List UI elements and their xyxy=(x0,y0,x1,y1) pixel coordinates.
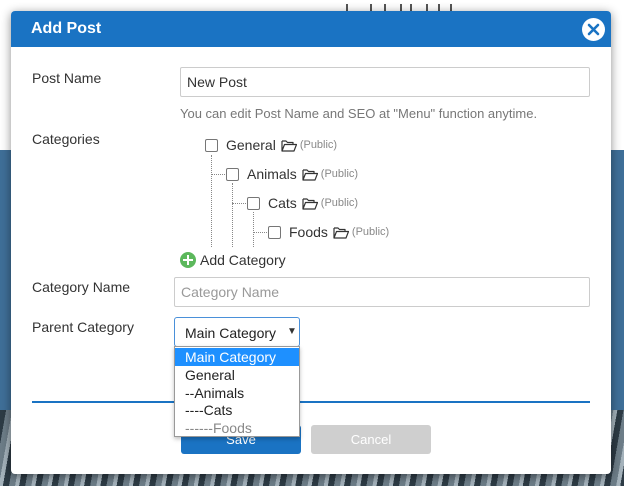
add-category-link[interactable]: Add Category xyxy=(180,252,286,268)
parent-category-label: Parent Category xyxy=(32,319,134,335)
category-label: Animals xyxy=(247,166,297,182)
tree-connector xyxy=(253,212,254,247)
category-label: Cats xyxy=(268,195,297,211)
category-checkbox-animals[interactable] xyxy=(226,167,239,181)
category-name-label: Category Name xyxy=(32,279,131,295)
visibility-tag: (Public) xyxy=(320,168,359,180)
visibility-tag: (Public) xyxy=(299,139,338,151)
category-checkbox-general[interactable] xyxy=(205,138,218,152)
tree-connector xyxy=(211,174,225,175)
close-button[interactable] xyxy=(582,18,605,41)
dropdown-option[interactable]: ----Cats xyxy=(175,401,299,419)
dropdown-option[interactable]: General xyxy=(175,366,299,384)
dropdown-option[interactable]: Main Category xyxy=(175,348,299,366)
parent-category-select[interactable]: Main Category ▼ xyxy=(174,317,300,347)
post-name-label: Post Name xyxy=(32,70,102,86)
folder-open-icon xyxy=(302,197,318,210)
tree-connector xyxy=(211,155,212,247)
folder-open-icon xyxy=(333,226,349,239)
category-label: Foods xyxy=(289,224,328,240)
tree-connector xyxy=(232,183,233,247)
visibility-tag: (Public) xyxy=(320,197,359,209)
tree-connector xyxy=(253,232,267,233)
folder-open-icon xyxy=(281,139,297,152)
post-name-input[interactable] xyxy=(180,67,590,97)
post-name-hint: You can edit Post Name and SEO at "Menu"… xyxy=(180,106,538,121)
modal-header: Add Post xyxy=(11,11,611,47)
close-icon xyxy=(587,23,600,36)
visibility-tag: (Public) xyxy=(351,226,390,238)
plus-circle-icon xyxy=(180,252,196,268)
form-divider xyxy=(32,401,590,403)
caret-down-icon: ▼ xyxy=(287,326,297,337)
dropdown-option[interactable]: --Animals xyxy=(175,384,299,402)
modal-title: Add Post xyxy=(31,20,102,37)
category-item-cats: Cats (Public) xyxy=(247,194,358,212)
category-name-input[interactable] xyxy=(174,277,590,307)
category-checkbox-cats[interactable] xyxy=(247,196,260,210)
category-label: General xyxy=(226,137,276,153)
category-item-foods: Foods (Public) xyxy=(268,223,389,241)
categories-label: Categories xyxy=(32,131,100,147)
category-item-general: General (Public) xyxy=(205,136,337,154)
add-post-modal: Add Post Post Name You can edit Post Nam… xyxy=(11,11,611,474)
parent-category-selected: Main Category xyxy=(185,325,277,341)
add-category-label: Add Category xyxy=(200,252,286,268)
category-item-animals: Animals (Public) xyxy=(226,165,358,183)
category-checkbox-foods[interactable] xyxy=(268,225,281,239)
dropdown-option[interactable]: ------Foods xyxy=(175,419,299,437)
tree-connector xyxy=(232,203,246,204)
folder-open-icon xyxy=(302,168,318,181)
parent-category-dropdown: Main Category General --Animals ----Cats… xyxy=(174,346,300,437)
cancel-button[interactable]: Cancel xyxy=(311,425,431,454)
